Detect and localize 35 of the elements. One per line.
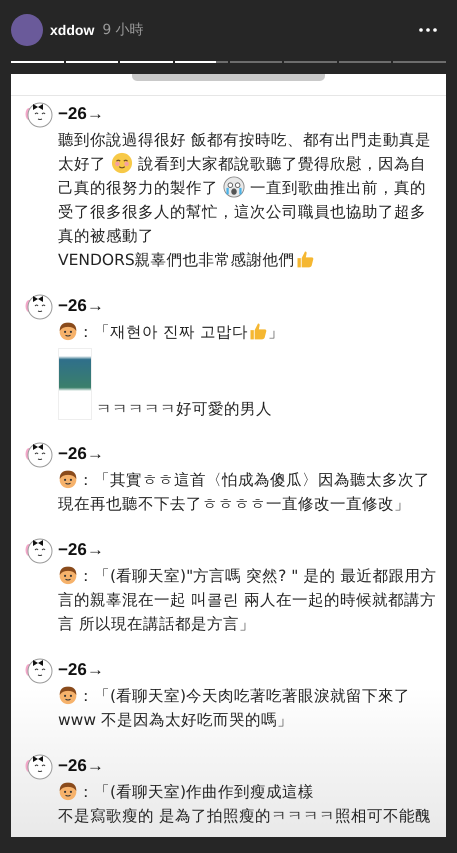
thumbs-up-icon bbox=[248, 321, 268, 341]
thumbs-up-icon bbox=[294, 249, 315, 269]
boy-face-icon bbox=[58, 469, 78, 489]
message-text: 不是寫歌瘦的 是為了拍照瘦的ㅋㅋㅋㅋ照相可不能醜 bbox=[58, 806, 432, 827]
author-name: −26→ bbox=[58, 756, 104, 776]
message-text: ：「其實ㅎㅎ這首〈怕成為傻瓜〉因為聽太多次了現在再也聽不下去了ㅎㅎㅎㅎ一直修改一直修改」 bbox=[58, 468, 431, 515]
author-name: −26→ bbox=[58, 540, 104, 560]
cartoon-avatar-icon[interactable] bbox=[25, 292, 53, 320]
message-text: 聽到你說過得很好 飯都有按時吃、都有出門走動真是太好了 說看到大家都說歌聽了覺得欣慰，因為自己真的很努力的製作了 一直到歌曲推出前，真的受了很多很多人的幫忙，這次公司職員也協助了超多真的被感動了 bbox=[58, 130, 432, 247]
author-name: −26→ bbox=[58, 444, 104, 464]
username[interactable]: xddow bbox=[50, 22, 94, 38]
photo-placeholder[interactable] bbox=[58, 348, 92, 420]
cartoon-avatar-icon[interactable] bbox=[25, 656, 53, 684]
smiling-face-icon bbox=[110, 152, 133, 174]
message-text: ：「재현아 진짜 고맙다 」 bbox=[58, 320, 438, 344]
author-name: −26→ bbox=[58, 296, 104, 316]
cartoon-avatar-icon[interactable] bbox=[25, 440, 53, 468]
post-time: 9 小時 bbox=[102, 21, 144, 39]
cartoon-avatar-icon[interactable] bbox=[25, 100, 53, 128]
message-text: ：「(看聊天室)"方言嗎 突然? " 是的 最近都跟用方言的親辜混在一起 叫콜린 兩人在一起的時候就都講方言 所以現在講話都是方言」 bbox=[58, 564, 438, 635]
cartoon-avatar-icon[interactable] bbox=[25, 752, 53, 780]
boy-face-icon bbox=[58, 321, 78, 341]
message-text: ：「(看聊天室)作曲作到瘦成這樣 bbox=[58, 780, 438, 804]
author-name: −26→ bbox=[58, 660, 104, 680]
boy-face-icon bbox=[58, 781, 78, 801]
crying-face-icon bbox=[222, 176, 245, 198]
boy-face-icon bbox=[58, 565, 78, 585]
boy-face-icon bbox=[58, 685, 78, 705]
more-options-icon[interactable] bbox=[419, 28, 437, 32]
profile-photo[interactable] bbox=[11, 14, 43, 46]
cartoon-avatar-icon[interactable] bbox=[25, 536, 53, 564]
message-text: VENDORS親辜們也非常感謝他們 bbox=[58, 248, 438, 272]
message-text: ：「(看聊天室)今天肉吃著吃著眼淚就留下來了www 不是因為太好吃而哭的嗎」 bbox=[58, 684, 412, 731]
author-name: −26→ bbox=[58, 104, 104, 124]
message-text: ㅋㅋㅋㅋㅋ好可愛的男人 bbox=[96, 399, 272, 420]
